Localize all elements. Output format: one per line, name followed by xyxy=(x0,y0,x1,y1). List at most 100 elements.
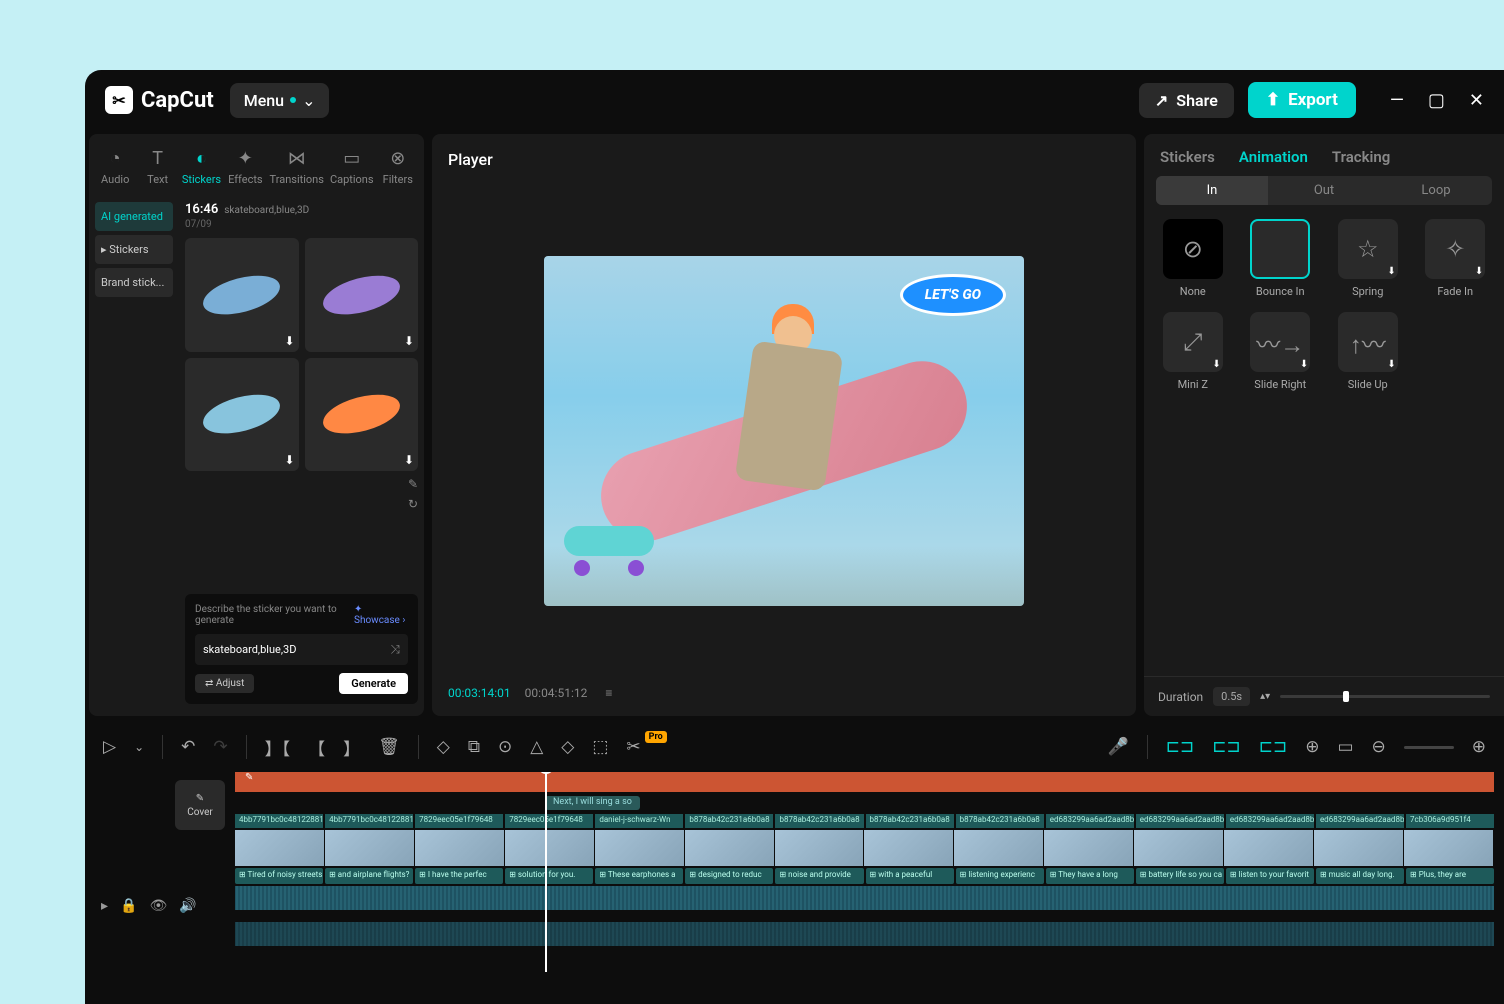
clip-thumbnail[interactable] xyxy=(1134,830,1224,866)
caption-clip[interactable]: ⊞ These earphones a xyxy=(595,868,683,884)
anim-slide-right[interactable]: 〰→⬇Slide Right xyxy=(1244,312,1318,391)
thumbnail-icon[interactable]: ▭ xyxy=(1337,737,1353,757)
zoom-in-icon[interactable]: ⊕ xyxy=(1472,737,1486,757)
chevron-down-icon[interactable]: ⌄ xyxy=(134,740,144,754)
caption-track[interactable]: ⊞ Tired of noisy streets⊞ and airplane f… xyxy=(235,868,1494,884)
clip-thumbnail[interactable] xyxy=(864,830,954,866)
clip-thumbnail[interactable] xyxy=(505,830,595,866)
sticker-result-4[interactable]: ⬇ xyxy=(305,358,419,472)
tab-effects[interactable]: ✦Effects xyxy=(225,146,265,188)
audio-track-1[interactable] xyxy=(235,886,1494,910)
cat-ai-generated[interactable]: AI generated xyxy=(95,202,173,231)
letsgo-sticker[interactable]: LET'S GO xyxy=(900,274,1006,316)
tab-filters[interactable]: ⊗Filters xyxy=(378,146,418,188)
anim-mini-z[interactable]: ⤢⬇Mini Z xyxy=(1156,312,1230,391)
caption-clip[interactable]: ⊞ music all day long. xyxy=(1316,868,1404,884)
duration-slider[interactable] xyxy=(1280,695,1490,698)
clip-label[interactable]: 7829eec05e1f79648 xyxy=(505,814,593,828)
timeline-tracks[interactable]: ✎ Next, I will sing a so 4bb7791bc0c4812… xyxy=(235,772,1494,972)
clip-label[interactable]: b878ab42c231a6b0a8 xyxy=(956,814,1044,828)
rtab-stickers[interactable]: Stickers xyxy=(1160,148,1215,166)
caption-clip[interactable]: ⊞ designed to reduc xyxy=(685,868,773,884)
snap-icon-1[interactable]: ⊏⊐ xyxy=(1166,737,1195,757)
clip-label[interactable]: ed683299aa6ad2aad8b3 xyxy=(1316,814,1404,828)
clip-label[interactable]: b878ab42c231a6b0a8 xyxy=(866,814,954,828)
snap-icon-3[interactable]: ⊏⊐ xyxy=(1259,737,1288,757)
clip-label[interactable]: daniel-j-schwarz-Wn xyxy=(595,814,683,828)
mic-icon[interactable]: 🎤 xyxy=(1108,737,1129,757)
edit-icon[interactable]: ✎ xyxy=(408,477,418,491)
playhead[interactable] xyxy=(545,772,547,972)
caption-clip[interactable]: ⊞ Plus, they are xyxy=(1406,868,1494,884)
tab-stickers[interactable]: ◐Stickers xyxy=(180,146,223,188)
export-button[interactable]: ⬆ Export xyxy=(1248,82,1356,118)
clip-thumbnail[interactable] xyxy=(415,830,505,866)
cover-button[interactable]: ✎ Cover xyxy=(175,780,225,830)
shuffle-icon[interactable]: ⤨ xyxy=(390,642,400,657)
cat-stickers[interactable]: ▸ Stickers xyxy=(95,235,173,264)
anim-fade-in[interactable]: ✧⬇Fade In xyxy=(1419,219,1493,298)
skateboard-sticker[interactable] xyxy=(564,526,664,576)
clip-label[interactable]: b878ab42c231a6b0a8 xyxy=(775,814,863,828)
sticker-result-3[interactable]: ⬇ xyxy=(185,358,299,472)
maximize-icon[interactable]: ▢ xyxy=(1428,90,1445,111)
duration-value[interactable]: 0.5s xyxy=(1213,687,1250,706)
caption-clip[interactable]: ⊞ battery life so you ca xyxy=(1136,868,1224,884)
adjust-button[interactable]: ⇄ Adjust xyxy=(195,674,254,693)
preview-icon[interactable]: ▸ xyxy=(101,898,108,914)
zoom-out-icon[interactable]: ⊖ xyxy=(1372,737,1386,757)
tab-text[interactable]: TText xyxy=(137,146,177,188)
anim-spring[interactable]: ☆⬇Spring xyxy=(1331,219,1405,298)
copy-icon[interactable]: ⧉ xyxy=(468,737,480,757)
clip-label[interactable]: 4bb7791bc0c481228811f4 xyxy=(325,814,413,828)
minimize-icon[interactable]: — xyxy=(1390,90,1404,111)
tab-transitions[interactable]: ⋈Transitions xyxy=(268,146,326,188)
generate-input[interactable]: skateboard,blue,3D ⤨ xyxy=(195,634,408,665)
clip-thumbnail[interactable] xyxy=(1044,830,1134,866)
play-icon[interactable]: ⊙ xyxy=(498,737,512,757)
anim-bounce-in[interactable]: Bounce In xyxy=(1244,219,1318,298)
trim-left-icon[interactable]: 【 xyxy=(308,735,325,760)
text-track-handle[interactable]: ✎ xyxy=(245,772,253,792)
pointer-icon[interactable]: ▷ xyxy=(103,737,116,757)
lock-icon[interactable]: 🔒 xyxy=(120,898,137,914)
split-icon[interactable]: 】【 xyxy=(265,735,291,760)
generate-button[interactable]: Generate xyxy=(339,673,408,694)
player-options-icon[interactable]: ≡ xyxy=(605,686,612,700)
clip-label[interactable]: 7829eec05e1f79648 xyxy=(415,814,503,828)
marker-icon[interactable]: ◇ xyxy=(437,737,450,757)
caption-clip[interactable]: ⊞ and airplane flights? xyxy=(325,868,413,884)
link-icon[interactable]: ⊕ xyxy=(1305,737,1319,757)
caption-clip[interactable]: ⊞ Tired of noisy streets xyxy=(235,868,323,884)
video-track[interactable] xyxy=(235,830,1494,866)
clip-thumbnail[interactable] xyxy=(235,830,325,866)
showcase-link[interactable]: ✦ Showcase › xyxy=(354,604,408,626)
mute-icon[interactable]: 🔊 xyxy=(179,898,196,914)
undo-icon[interactable]: ↶ xyxy=(181,737,195,757)
audio-track-2[interactable] xyxy=(235,922,1494,946)
caption-clip[interactable]: ⊞ They have a long xyxy=(1046,868,1134,884)
cat-brand-stickers[interactable]: Brand stick... xyxy=(95,268,173,297)
sticker-result-2[interactable]: ⬇ xyxy=(305,238,419,352)
clip-label[interactable]: ed683299aa6ad2aad8b3 xyxy=(1046,814,1134,828)
share-button[interactable]: ↗ Share xyxy=(1139,83,1234,118)
clip-thumbnail[interactable] xyxy=(325,830,415,866)
rtab-animation[interactable]: Animation xyxy=(1239,148,1308,166)
rtab-tracking[interactable]: Tracking xyxy=(1332,148,1390,166)
subtab-out[interactable]: Out xyxy=(1268,176,1380,205)
caption-clip[interactable]: ⊞ I have the perfec xyxy=(415,868,503,884)
caption-clip[interactable]: ⊞ with a peaceful xyxy=(866,868,954,884)
clip-thumbnail[interactable] xyxy=(1404,830,1494,866)
clip-label[interactable]: b878ab42c231a6b0a8 xyxy=(685,814,773,828)
close-icon[interactable]: ✕ xyxy=(1469,90,1484,111)
clip-label[interactable]: 7cb306a9d951f4 xyxy=(1406,814,1494,828)
slider-thumb[interactable] xyxy=(1343,691,1349,702)
sticker-result-1[interactable]: ⬇ xyxy=(185,238,299,352)
clip-thumbnail[interactable] xyxy=(775,830,865,866)
anim-slide-up[interactable]: ↑〰⬇Slide Up xyxy=(1331,312,1405,391)
download-icon[interactable]: ⬇ xyxy=(284,334,294,348)
clip-label[interactable]: 4bb7791bc0c481228811f4 xyxy=(235,814,323,828)
clip-thumbnail[interactable] xyxy=(595,830,685,866)
anim-none[interactable]: ⊘None xyxy=(1156,219,1230,298)
duration-stepper[interactable]: ▴▾ xyxy=(1260,691,1270,702)
